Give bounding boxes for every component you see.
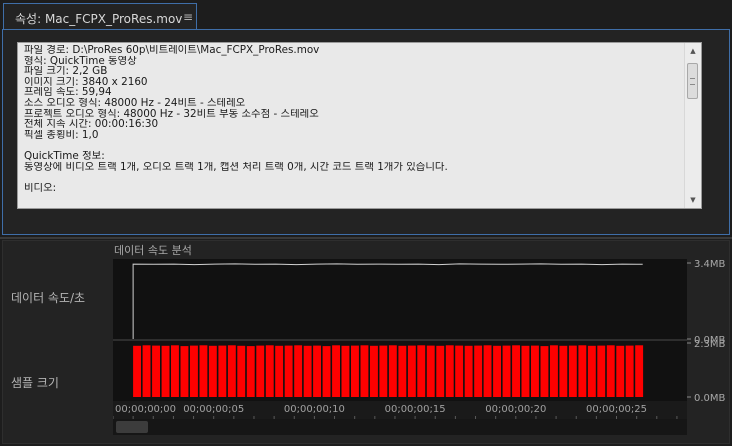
sample-size-bar [568,345,577,397]
info-line [24,172,679,183]
sample-size-bar [171,345,179,397]
sample-size-bar [360,345,369,397]
scroll-thumb[interactable] [687,63,698,99]
info-line: QuickTime 정보: [24,150,105,162]
sample-size-bar [417,345,426,397]
sample-size-bar [616,345,625,397]
sample-size-bar [426,345,435,397]
sample-size-bar [275,345,284,397]
sample-size-y-tick-label: 2.3MB [694,339,726,350]
sample-size-bar [464,345,473,397]
data-rate-analysis-panel: 데이터 속도 분석 데이터 속도/초 샘플 크기 3.4MB 0.0MB 2.3MB… [2,240,730,444]
time-tick-label: 00;00;00;20 [485,404,546,415]
sample-size-bar [208,345,217,397]
info-line: 프로젝트 오디오 형식: 48000 Hz - 32비트 부동 소수점 - 스테… [24,108,319,120]
tab-properties[interactable]: 속성: Mac_FCPX_ProRes.mov ≡ [3,3,197,30]
sample-size-bar [597,345,606,397]
scroll-up-arrow-icon[interactable]: ▲ [685,44,701,58]
info-line: 파일 크기: 2,2 GB [24,66,108,77]
sample-size-bar [540,346,549,397]
sample-size-bar [521,345,530,397]
hamburger-icon[interactable]: ≡ [183,10,193,24]
sample-size-bar [218,345,227,397]
time-tick-label: 00;00;00;05 [183,404,244,415]
sample-size-bar [407,345,416,397]
properties-panel: 파일 경로: D:\ProRes 60p\비트레이트\Mac_FCPX_ProR… [2,29,730,235]
sample-size-bar [341,345,350,397]
info-line: 형식: QuickTime 동영상 [24,55,137,67]
tab-title: 속성: Mac_FCPX_ProRes.mov [15,12,183,26]
sample-size-bar [142,345,151,397]
analysis-title: 데이터 속도 분석 [114,244,192,257]
info-line [24,140,679,151]
sample-size-bar [388,345,397,397]
sample-size-bar [493,345,501,397]
sample-size-bar [398,345,407,397]
sample-size-bar [550,345,558,397]
sample-size-bar [587,345,596,397]
sample-size-bar [445,345,454,397]
sample-size-bar [635,345,644,397]
sample-size-bar [483,345,492,397]
time-tick-label: 00;00;00;15 [385,404,446,415]
sample-size-bar [351,345,359,397]
analysis-chart: 3.4MB0.0MB2.3MB0.0MB00;00;00;00 00;00;00;… [113,259,726,419]
info-line: 소스 오디오 형식: 48000 Hz - 24비트 - 스테레오 [24,97,246,109]
sample-size-bar [625,345,634,397]
data-rate-y-tick-label: 3.4MB [694,259,726,270]
sample-size-bar [512,345,520,397]
sample-size-bar [190,345,198,397]
sample-size-row-label: 샘플 크기 [11,376,59,390]
sample-size-bar [265,345,274,397]
time-tick-label: 00;00;00;10 [284,404,345,415]
sample-size-bar [199,345,208,397]
sample-size-y-tick-label: 0.0MB [694,393,726,404]
sample-size-bar [284,345,293,397]
sample-size-bar [531,345,539,397]
sample-size-bar [455,345,464,397]
sample-size-bar [578,345,587,397]
sample-size-bar [606,345,615,397]
time-tick-label: 00;00;00;25 [586,404,647,415]
scroll-down-arrow-icon[interactable]: ▼ [685,193,701,207]
sample-size-bar [246,346,255,397]
sample-size-bar [322,346,331,397]
sample-size-bar [133,345,141,397]
sample-size-bar [237,345,246,397]
time-tick-label: 00;00;00;00 [115,404,176,415]
info-line: 프레임 속도: 59,94 [24,87,112,98]
file-info-text: 파일 경로: D:\ProRes 60p\비트레이트\Mac_FCPX_ProR… [24,45,679,193]
timeline-scroll-thumb[interactable] [116,421,148,433]
sample-size-bar [227,345,236,397]
sample-size-bar [474,345,483,397]
timeline-scrollbar[interactable] [113,419,687,435]
sample-size-bar [256,345,265,397]
file-info-textbox[interactable]: 파일 경로: D:\ProRes 60p\비트레이트\Mac_FCPX_ProR… [17,42,702,209]
info-line: 전체 지속 시간: 00:00:16:30 [24,119,159,130]
info-line: 동영상에 비디오 트랙 1개, 오디오 트랙 1개, 캡션 처리 트랙 0개, … [24,161,448,173]
sample-size-bar [313,345,321,397]
info-line: 픽셀 종횡비: 1,0 [24,129,99,141]
sample-size-bar [303,345,312,397]
sample-size-bar [436,345,445,397]
info-scrollbar[interactable]: ▲ ▼ [684,43,701,208]
sample-size-bar [379,345,388,397]
data-rate-row-label: 데이터 속도/초 [11,291,86,305]
sample-size-bar [152,345,160,397]
info-line: 비디오: [24,182,57,194]
sample-size-bar [180,346,189,397]
sample-size-bar [559,345,568,397]
tab-bar: 속성: Mac_FCPX_ProRes.mov ≡ [0,0,732,30]
sample-size-bar [370,345,378,397]
panel-divider[interactable] [0,237,732,239]
info-line: 이미지 크기: 3840 x 2160 [24,76,148,88]
sample-size-bar [294,345,303,397]
sample-size-bar [161,345,170,397]
sample-size-bar [332,345,340,397]
info-line: 파일 경로: D:\ProRes 60p\비트레이트\Mac_FCPX_ProR… [24,45,320,56]
sample-size-bar [502,345,511,397]
